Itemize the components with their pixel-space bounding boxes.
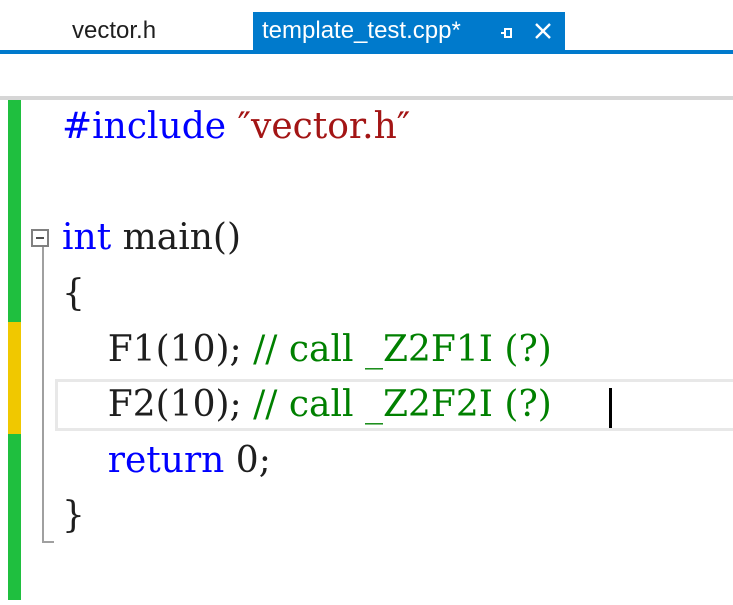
change-marker-saved [8,434,21,600]
tab-label: vector.h [72,17,157,44]
tab-vector-h[interactable]: vector.h [53,12,251,50]
outline-guide-end [42,541,54,543]
collapse-minus-icon[interactable] [31,229,49,247]
code-token-keyword: return [107,440,225,481]
code-editor[interactable]: #include ″vector.h″ int main() { F1(10); /… [0,100,733,605]
code-token-comment: // call _Z2F1I (?) [253,329,552,370]
code-line[interactable]: } [62,494,85,538]
code-line[interactable]: { [62,272,85,316]
code-token-text: main() [111,217,242,258]
code-token-text: } [62,495,85,536]
code-token-text: F2(10); [62,384,254,425]
change-marker-saved [8,100,21,322]
code-line[interactable]: F1(10); // call _Z2F1I (?) [62,328,552,372]
text-caret [609,388,612,428]
code-token-text: 0; [224,440,271,481]
tab-template-test-cpp[interactable]: template_test.cpp* [253,12,565,50]
code-token-comment: // call _Z2F2I (?) [253,384,552,425]
close-icon[interactable] [533,20,553,40]
code-token-string: ″vector.h″ [237,106,411,147]
code-line[interactable]: #include ″vector.h″ [62,105,410,149]
code-token-text: { [62,273,85,314]
code-token-text: F1(10); [62,329,254,370]
navigation-bar [0,54,733,96]
change-marker-unsaved [8,322,21,434]
document-tab-strip: vector.h template_test.cpp* [0,0,733,55]
outline-guide-line [42,247,44,541]
code-token-keyword: int [62,217,112,258]
tab-label: template_test.cpp* [262,17,461,44]
code-line[interactable]: int main() [62,216,241,260]
code-token-preprocessor: #include [62,106,227,147]
code-line[interactable]: return 0; [62,439,271,483]
pin-icon[interactable] [500,22,514,38]
code-line[interactable]: F2(10); // call _Z2F2I (?) [62,383,552,427]
